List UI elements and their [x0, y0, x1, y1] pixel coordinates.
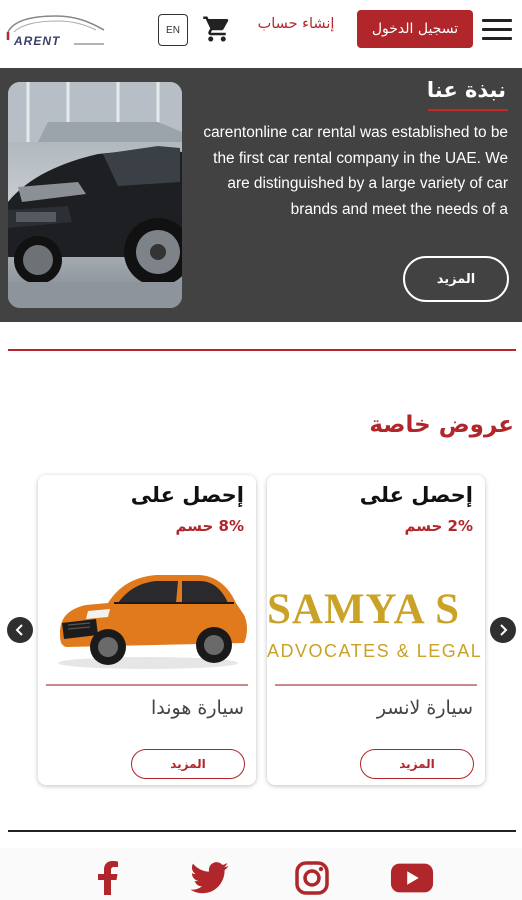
about-description: carentonline car rental was established …: [203, 124, 508, 218]
about-title: نبذة عنا: [426, 78, 506, 102]
offer-card-name: سيارة لانسر: [376, 697, 473, 719]
offer-card-name: سيارة هوندا: [151, 697, 244, 719]
offer-card-divider: [46, 684, 248, 686]
carent-logo[interactable]: ARENT: [4, 10, 108, 50]
samya-logo-subtext: ADVOCATES & LEGAL: [267, 641, 483, 661]
section-divider: [8, 349, 516, 351]
offer-card-more-button[interactable]: المزيد: [131, 749, 245, 779]
carousel-next-button[interactable]: [490, 617, 516, 643]
youtube-icon[interactable]: [390, 860, 434, 896]
offer-card-discount: 2% حسم: [404, 517, 473, 535]
twitter-icon[interactable]: [188, 860, 232, 896]
samya-logo-text: SAMYA S: [267, 586, 461, 633]
chevron-right-icon: [500, 624, 508, 636]
about-more-button[interactable]: المزيد: [403, 256, 509, 302]
offer-card[interactable]: إحصل على 2% حسم SAMYA S ADVOCATES & LEGA…: [267, 475, 485, 785]
facebook-icon[interactable]: [86, 860, 130, 896]
offer-card-more-button[interactable]: المزيد: [360, 749, 474, 779]
footer-divider: [8, 830, 516, 832]
instagram-icon[interactable]: [290, 860, 334, 896]
about-car-image: [8, 82, 182, 308]
offer-card-heading: إحصل على: [130, 483, 244, 507]
app-header: ARENT EN إنشاء حساب تسجيل الدخول: [0, 0, 522, 68]
carousel-prev-button[interactable]: [7, 617, 33, 643]
offer-card-discount: 8% حسم: [175, 517, 244, 535]
social-footer: [0, 848, 522, 900]
offer-card-heading: إحصل على: [359, 483, 473, 507]
language-toggle-button[interactable]: EN: [158, 14, 188, 46]
chevron-left-icon: [15, 624, 23, 636]
login-button[interactable]: تسجيل الدخول: [357, 10, 473, 48]
special-offers-title: عروض خاصة: [369, 412, 514, 438]
logo-text: ARENT: [13, 34, 61, 48]
menu-icon[interactable]: [482, 19, 514, 43]
offer-card-image: [38, 563, 256, 675]
about-title-underline: [428, 109, 508, 111]
offer-card-divider: [275, 684, 477, 686]
cart-icon[interactable]: [202, 14, 232, 44]
signup-link[interactable]: إنشاء حساب: [244, 16, 348, 40]
offer-card-image: SAMYA S ADVOCATES & LEGAL: [267, 563, 485, 675]
offer-card[interactable]: إحصل على 8% حسم سيارة هوندا المزيد: [38, 475, 256, 785]
